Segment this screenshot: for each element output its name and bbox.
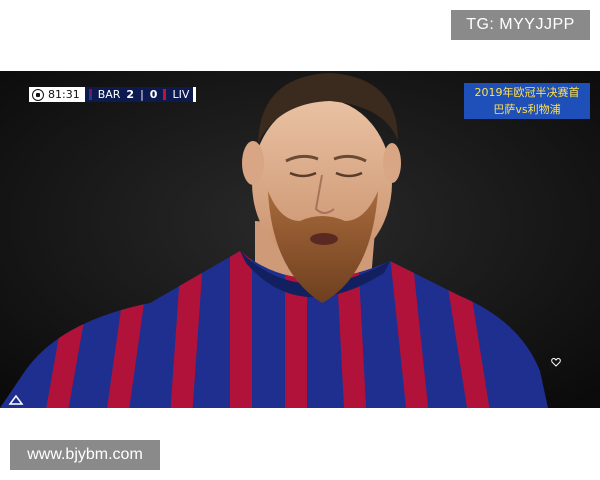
home-team: BAR [97, 88, 121, 101]
score-separator: | [140, 88, 144, 101]
caption-line-1: 2019年欧冠半决赛首 [474, 86, 580, 99]
player-photo [0, 71, 600, 408]
video-frame: 81:31 BAR 2 | 0 LIV 2019年欧冠半决赛首 巴萨vs利物浦 [0, 71, 600, 408]
watermark-bottom: www.bjybm.com [10, 440, 160, 470]
home-score: 2 [126, 88, 135, 101]
broadcaster-logo-icon [8, 394, 24, 405]
match-caption: 2019年欧冠半决赛首 巴萨vs利物浦 [464, 83, 590, 119]
clock-time: 81:31 [48, 88, 80, 101]
heart-icon [551, 357, 561, 367]
soccer-ball-icon [32, 88, 44, 101]
caption-line-2: 巴萨vs利物浦 [493, 103, 561, 116]
away-score: 0 [149, 88, 158, 101]
scoreboard-end-bar [193, 87, 197, 102]
match-clock: 81:31 [29, 87, 85, 102]
home-team-color [88, 89, 92, 100]
watermark-top: TG: MYYJJPP [451, 10, 590, 40]
away-team: LIV [172, 88, 190, 101]
away-team-color [163, 89, 167, 100]
score-teams: BAR 2 | 0 LIV [84, 87, 194, 102]
scoreboard: 81:31 BAR 2 | 0 LIV [29, 87, 197, 102]
